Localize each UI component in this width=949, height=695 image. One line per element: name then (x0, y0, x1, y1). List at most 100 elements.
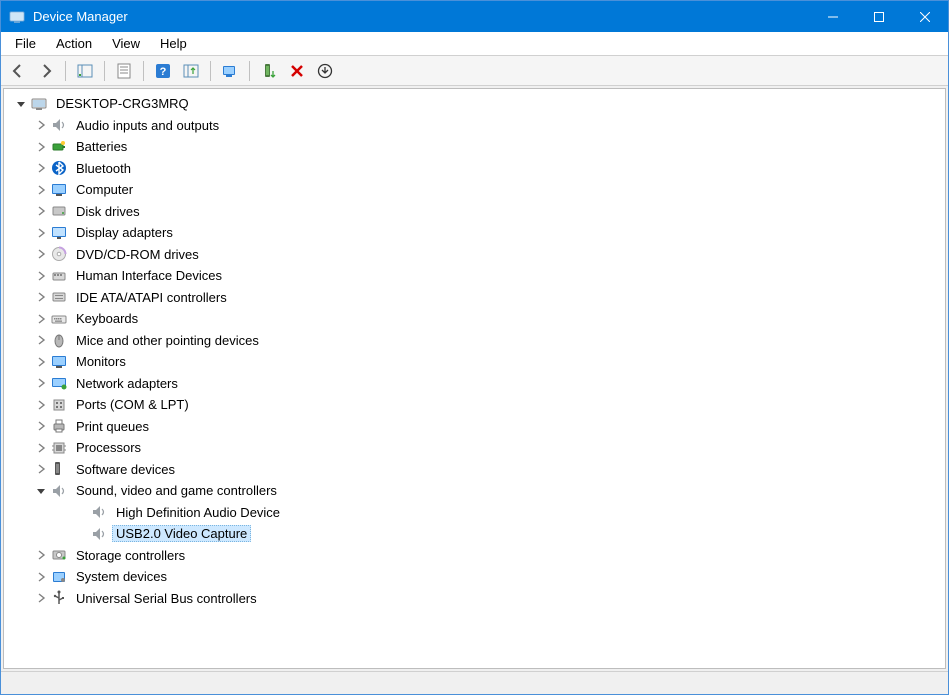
tree-category[interactable]: Network adapters (4, 373, 945, 395)
tree-category-label: Human Interface Devices (72, 267, 226, 284)
tree-category[interactable]: Mice and other pointing devices (4, 330, 945, 352)
toolbar-forward[interactable] (33, 59, 59, 83)
tree-category[interactable]: Audio inputs and outputs (4, 115, 945, 137)
disk-icon (50, 203, 68, 219)
chevron-right-icon[interactable] (34, 591, 48, 605)
maximize-button[interactable] (856, 1, 902, 32)
menu-help[interactable]: Help (150, 34, 197, 53)
chevron-right-icon[interactable] (34, 398, 48, 412)
toolbar-separator (65, 61, 66, 81)
svg-text:?: ? (160, 66, 167, 78)
toolbar-separator (143, 61, 144, 81)
close-button[interactable] (902, 1, 948, 32)
statusbar (1, 671, 948, 694)
tree-category[interactable]: DVD/CD-ROM drives (4, 244, 945, 266)
toolbar: ? (1, 56, 948, 86)
menubar: File Action View Help (1, 32, 948, 56)
chevron-right-icon[interactable] (34, 247, 48, 261)
tree-category[interactable]: Monitors (4, 351, 945, 373)
tree-category-label: Disk drives (72, 203, 144, 220)
chevron-right-icon[interactable] (34, 333, 48, 347)
toolbar-back[interactable] (5, 59, 31, 83)
tree-category-label: IDE ATA/ATAPI controllers (72, 289, 231, 306)
tree-root[interactable]: DESKTOP-CRG3MRQ (4, 93, 945, 115)
tree-category[interactable]: System devices (4, 566, 945, 588)
tree-device[interactable]: USB2.0 Video Capture (4, 523, 945, 545)
device-tree-panel[interactable]: DESKTOP-CRG3MRQ Audio inputs and outputs B… (3, 88, 946, 669)
computer-icon (30, 96, 48, 112)
tree-category-label: Ports (COM & LPT) (72, 396, 193, 413)
tree-category-label: DVD/CD-ROM drives (72, 246, 203, 263)
tree-category[interactable]: Batteries (4, 136, 945, 158)
monitor-icon (50, 182, 68, 198)
menu-action[interactable]: Action (46, 34, 102, 53)
tree-category-label: Software devices (72, 461, 179, 478)
chevron-right-icon[interactable] (34, 183, 48, 197)
toolbar-separator (249, 61, 250, 81)
toolbar-help[interactable]: ? (150, 59, 176, 83)
tree-category-label: Keyboards (72, 310, 142, 327)
hid-icon (50, 268, 68, 284)
tree-category[interactable]: Display adapters (4, 222, 945, 244)
tree-category[interactable]: Storage controllers (4, 545, 945, 567)
tree-category[interactable]: Computer (4, 179, 945, 201)
chevron-right-icon[interactable] (34, 140, 48, 154)
tree-category-label: Audio inputs and outputs (72, 117, 223, 134)
toolbar-disable[interactable] (284, 59, 310, 83)
display-icon (50, 225, 68, 241)
toolbar-uninstall[interactable] (256, 59, 282, 83)
tree-category[interactable]: Sound, video and game controllers (4, 480, 945, 502)
chevron-right-icon[interactable] (34, 312, 48, 326)
tree-category-label: Universal Serial Bus controllers (72, 590, 261, 607)
chevron-right-icon[interactable] (34, 161, 48, 175)
tree-category[interactable]: Processors (4, 437, 945, 459)
tree-category-label: Batteries (72, 138, 131, 155)
system-icon (50, 569, 68, 585)
toolbar-add-legacy[interactable] (312, 59, 338, 83)
chevron-right-icon[interactable] (34, 355, 48, 369)
toolbar-update-driver[interactable] (178, 59, 204, 83)
chevron-right-icon[interactable] (34, 570, 48, 584)
minimize-button[interactable] (810, 1, 856, 32)
tree-category-label: Mice and other pointing devices (72, 332, 263, 349)
chevron-right-icon[interactable] (34, 118, 48, 132)
chevron-down-icon[interactable] (14, 97, 28, 111)
chevron-right-icon[interactable] (34, 290, 48, 304)
chevron-right-icon[interactable] (34, 376, 48, 390)
chevron-right-icon[interactable] (34, 441, 48, 455)
tree-category[interactable]: Disk drives (4, 201, 945, 223)
chevron-right-icon[interactable] (34, 226, 48, 240)
tree-device-label: High Definition Audio Device (112, 504, 284, 521)
tree-category-label: Sound, video and game controllers (72, 482, 281, 499)
speaker-icon (50, 483, 68, 499)
menu-file[interactable]: File (5, 34, 46, 53)
tree-device[interactable]: High Definition Audio Device (4, 502, 945, 524)
bluetooth-icon (50, 160, 68, 176)
tree-category[interactable]: Ports (COM & LPT) (4, 394, 945, 416)
toolbar-properties[interactable] (111, 59, 137, 83)
chevron-right-icon[interactable] (34, 419, 48, 433)
tree-category-label: Storage controllers (72, 547, 189, 564)
cpu-icon (50, 440, 68, 456)
chevron-right-icon[interactable] (34, 462, 48, 476)
tree-category[interactable]: Print queues (4, 416, 945, 438)
chevron-right-icon[interactable] (34, 548, 48, 562)
chevron-right-icon[interactable] (34, 269, 48, 283)
tree-category-label: Processors (72, 439, 145, 456)
tree-category-label: Print queues (72, 418, 153, 435)
tree-category[interactable]: IDE ATA/ATAPI controllers (4, 287, 945, 309)
network-icon (50, 375, 68, 391)
keyboard-icon (50, 311, 68, 327)
tree-category[interactable]: Software devices (4, 459, 945, 481)
tree-category[interactable]: Human Interface Devices (4, 265, 945, 287)
toolbar-scan-hardware[interactable] (217, 59, 243, 83)
chevron-right-icon[interactable] (34, 204, 48, 218)
tree-category[interactable]: Universal Serial Bus controllers (4, 588, 945, 610)
toolbar-console-tree[interactable] (72, 59, 98, 83)
tree-category[interactable]: Keyboards (4, 308, 945, 330)
software-icon (50, 461, 68, 477)
tree-category[interactable]: Bluetooth (4, 158, 945, 180)
chevron-down-icon[interactable] (34, 484, 48, 498)
menu-view[interactable]: View (102, 34, 150, 53)
tree-category-label: System devices (72, 568, 171, 585)
